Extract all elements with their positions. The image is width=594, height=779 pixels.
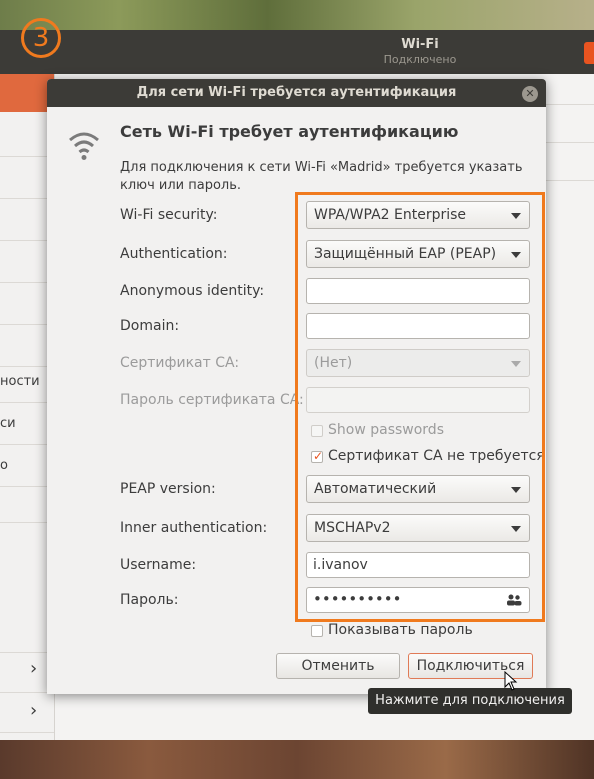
password-label: Пароль: [120, 592, 179, 608]
desktop-wallpaper-top [0, 0, 594, 30]
dialog-titlebar: Для сети Wi-Fi требуется аутентификация … [47, 79, 546, 107]
connect-tooltip: Нажмите для подключения [368, 688, 572, 714]
ca-certificate-label: Сертификат CA: [120, 355, 240, 371]
wifi-auth-dialog: Для сети Wi-Fi требуется аутентификация … [47, 79, 546, 694]
cancel-button[interactable]: Отменить [276, 653, 400, 679]
sidebar-item-label[interactable]: о [0, 458, 8, 473]
settings-subtitle: Подключено [383, 53, 457, 66]
sidebar-divider [0, 282, 54, 283]
wifi-security-label: Wi-Fi security: [120, 207, 218, 223]
dialog-title: Для сети Wi-Fi требуется аутентификация [136, 85, 457, 100]
sidebar-divider [0, 240, 54, 241]
step-number-badge: 3 [21, 18, 61, 58]
sidebar-divider [0, 402, 54, 403]
chevron-right-icon[interactable]: › [30, 658, 37, 679]
sidebar-divider [0, 486, 54, 487]
wifi-icon [69, 132, 99, 160]
mouse-pointer-icon [504, 671, 518, 691]
sidebar-divider [0, 366, 54, 367]
sidebar-item-label[interactable]: ности [0, 374, 40, 389]
sidebar-divider [0, 692, 54, 693]
settings-action-button[interactable] [584, 42, 594, 64]
dialog-heading: Сеть Wi-Fi требует аутентификацию [120, 122, 459, 141]
domain-label: Domain: [120, 318, 180, 334]
peap-version-label: PEAP version: [120, 481, 216, 497]
settings-title: Wi-Fi [401, 37, 439, 52]
show-password-label: Показывать пароль [328, 622, 473, 638]
sidebar-divider [0, 324, 54, 325]
list-divider [545, 104, 594, 105]
sidebar-divider [0, 522, 54, 523]
ca-cert-password-label: Пароль сертификата CA: [120, 392, 304, 408]
anonymous-identity-label: Anonymous identity: [120, 283, 265, 299]
sidebar-item-label[interactable]: си [0, 416, 16, 431]
sidebar-divider [0, 652, 54, 653]
close-icon[interactable]: ✕ [522, 86, 538, 102]
sidebar-divider [0, 198, 54, 199]
authentication-label: Authentication: [120, 246, 228, 262]
sidebar-divider [0, 732, 54, 733]
settings-header: Wi-Fi Подключено [0, 30, 594, 74]
chevron-right-icon[interactable]: › [30, 700, 37, 721]
show-password-checkbox[interactable] [311, 625, 323, 637]
inner-auth-label: Inner authentication: [120, 520, 268, 536]
dialog-description: Для подключения к сети Wi-Fi «Madrid» тр… [120, 160, 523, 193]
username-label: Username: [120, 557, 197, 573]
annotation-highlight-box [295, 192, 545, 622]
list-divider [545, 142, 594, 143]
list-divider [545, 180, 594, 181]
desktop-wallpaper-bottom [0, 740, 594, 779]
sidebar-divider [0, 444, 54, 445]
sidebar-divider [0, 156, 54, 157]
sidebar-item-active[interactable] [0, 74, 54, 112]
